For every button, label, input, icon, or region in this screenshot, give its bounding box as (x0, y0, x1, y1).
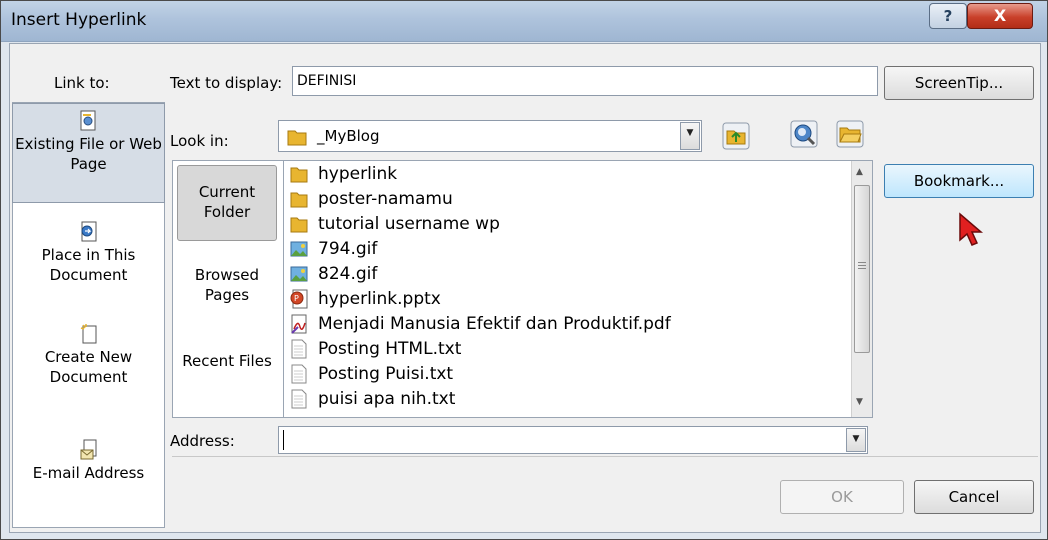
close-button[interactable]: X (967, 3, 1033, 29)
powerpoint-icon: P (290, 289, 308, 308)
text-to-display-label: Text to display: (170, 74, 283, 92)
look-in-label: Look in: (170, 132, 229, 150)
nav-current-folder[interactable]: Current Folder (177, 165, 277, 241)
separator (172, 456, 1038, 457)
link-to-panel: Existing File or Web Page Place in This … (12, 102, 165, 528)
address-dropdown-arrow[interactable]: ▼ (846, 428, 866, 452)
list-item[interactable]: puisi apa nih.txt (290, 386, 455, 411)
link-to-email-address[interactable]: E-mail Address (13, 433, 164, 513)
create-new-document-icon (80, 324, 96, 344)
file-name: 824.gif (318, 263, 378, 284)
folder-icon (290, 192, 308, 207)
look-in-value: _MyBlog (317, 127, 380, 145)
list-item[interactable]: Menjadi Manusia Efektif dan Produktif.pd… (290, 311, 671, 336)
list-item[interactable]: Posting Puisi.txt (290, 361, 453, 386)
link-to-create-new-document[interactable]: Create New Document (13, 317, 164, 397)
title-bar: Insert Hyperlink ? X (1, 1, 1047, 42)
list-item[interactable]: P hyperlink.pptx (290, 286, 441, 311)
dialog-body: Link to: Existing File or Web Page Place… (9, 43, 1041, 533)
nav-recent-files[interactable]: Recent Files (177, 351, 277, 401)
browse-file-icon[interactable] (836, 120, 864, 148)
text-caret (283, 430, 284, 450)
link-to-email-label: E-mail Address (32, 464, 145, 482)
list-item[interactable]: hyperlink (290, 161, 397, 186)
existing-file-icon (80, 110, 95, 131)
ok-button[interactable]: OK (780, 480, 904, 514)
nav-browsed-pages[interactable]: Browsed Pages (177, 265, 277, 315)
folder-icon (290, 217, 308, 232)
text-to-display-field[interactable]: DEFINISI (292, 66, 878, 96)
file-name: hyperlink.pptx (318, 288, 441, 309)
text-file-icon (291, 364, 307, 383)
link-to-existing-file[interactable]: Existing File or Web Page (12, 103, 165, 203)
file-name: 794.gif (318, 238, 378, 259)
file-list[interactable]: hyperlink poster-namamu tutorial usernam… (283, 160, 873, 418)
screentip-button[interactable]: ScreenTip... (884, 66, 1034, 100)
scroll-down-arrow-icon[interactable]: ▼ (856, 397, 863, 407)
nav-current-folder-label: Current Folder (198, 183, 256, 221)
dialog-title: Insert Hyperlink (11, 10, 147, 30)
link-to-place-label: Place in This Document (41, 246, 136, 284)
scroll-up-arrow-icon[interactable]: ▲ (856, 167, 863, 177)
nav-browsed-pages-label: Browsed Pages (194, 266, 260, 304)
file-name: Posting HTML.txt (318, 338, 462, 359)
text-file-icon (291, 389, 307, 408)
file-name: poster-namamu (318, 188, 453, 209)
file-name: Posting Puisi.txt (318, 363, 454, 384)
help-button[interactable]: ? (929, 3, 967, 29)
list-item[interactable]: 824.gif (290, 261, 377, 286)
folder-icon (287, 130, 307, 146)
cancel-button[interactable]: Cancel (914, 480, 1034, 514)
file-name: puisi apa nih.txt (318, 388, 456, 409)
file-name: Menjadi Manusia Efektif dan Produktif.pd… (318, 313, 671, 334)
link-to-heading: Link to: (54, 74, 110, 92)
address-field[interactable]: ▼ (278, 426, 868, 454)
mouse-pointer-icon (959, 212, 984, 246)
link-to-place-in-document[interactable]: Place in This Document (13, 215, 164, 295)
file-list-scrollbar[interactable]: ▲ ▼ (851, 161, 872, 417)
scrollbar-thumb[interactable] (854, 185, 870, 353)
list-item[interactable]: poster-namamu (290, 186, 453, 211)
address-label: Address: (170, 432, 235, 450)
look-in-dropdown[interactable]: _MyBlog ▼ (278, 120, 702, 152)
list-item[interactable]: tutorial username wp (290, 211, 500, 236)
svg-text:P: P (294, 294, 299, 303)
email-address-icon (80, 439, 96, 460)
text-file-icon (291, 339, 307, 358)
file-name: tutorial username wp (318, 213, 500, 234)
list-item[interactable]: Posting HTML.txt (290, 336, 461, 361)
list-item[interactable]: 794.gif (290, 236, 377, 261)
image-icon (290, 241, 308, 256)
browse-nav-panel: Current Folder Browsed Pages Recent File… (172, 160, 284, 418)
browse-web-icon[interactable] (790, 120, 818, 148)
nav-recent-files-label: Recent Files (182, 352, 272, 370)
link-to-existing-file-label: Existing File or Web Page (15, 135, 162, 173)
insert-hyperlink-dialog: Insert Hyperlink ? X Link to: Existing F… (0, 0, 1048, 540)
link-to-create-label: Create New Document (44, 348, 133, 386)
folder-icon (290, 167, 308, 182)
pdf-icon (291, 314, 307, 334)
up-one-folder-icon[interactable] (722, 122, 750, 150)
file-name: hyperlink (318, 163, 398, 184)
look-in-dropdown-arrow[interactable]: ▼ (680, 122, 700, 150)
image-icon (290, 266, 308, 281)
bookmark-button[interactable]: Bookmark... (884, 164, 1034, 198)
place-in-document-icon (81, 221, 96, 242)
